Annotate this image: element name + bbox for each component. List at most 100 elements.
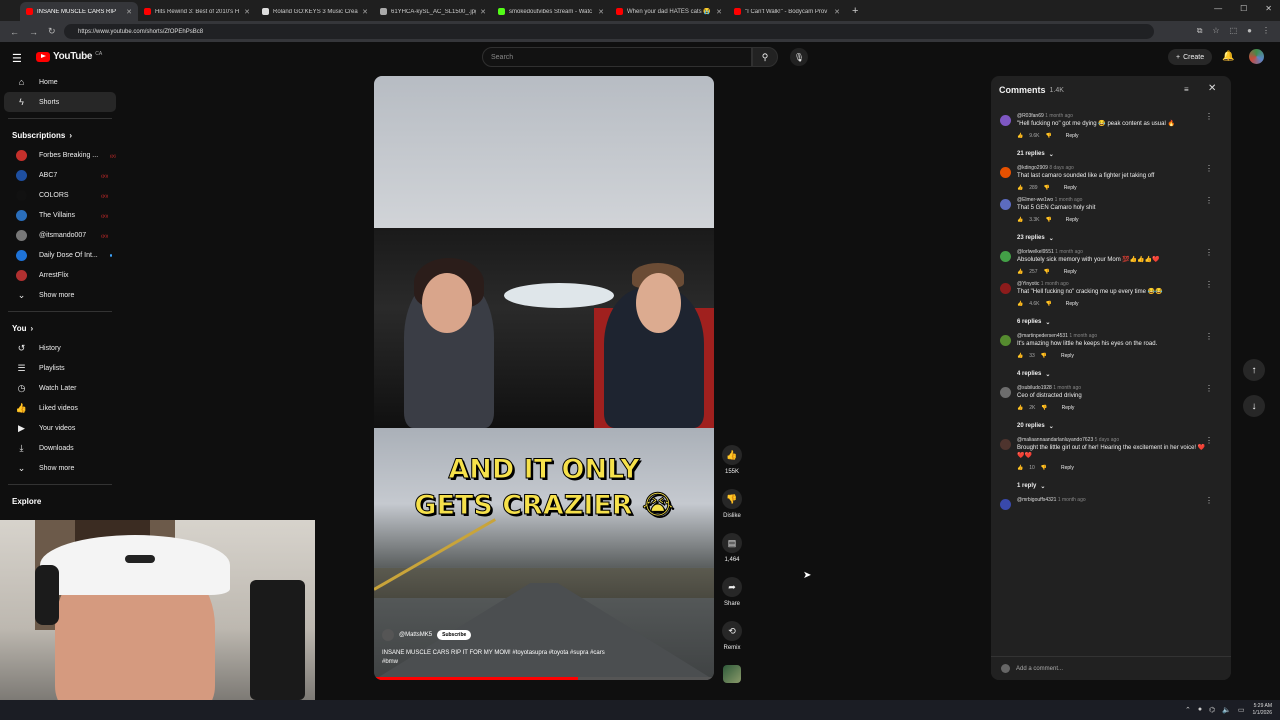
comment-reply-button[interactable]: Reply bbox=[1062, 405, 1075, 411]
subscription-item[interactable]: ArrestFlix bbox=[4, 265, 116, 285]
comment-author[interactable]: @kdingo2909 8 days ago bbox=[1017, 164, 1231, 172]
next-short-button[interactable]: ↓ bbox=[1243, 395, 1265, 417]
commenter-avatar[interactable] bbox=[1000, 283, 1011, 294]
comment-like-icon[interactable]: 👍 bbox=[1017, 133, 1023, 139]
hamburger-menu-icon[interactable]: ☰ bbox=[12, 52, 22, 65]
comment-menu-icon[interactable]: ⋮ bbox=[1205, 332, 1213, 341]
sort-comments-icon[interactable]: ≡ bbox=[1184, 85, 1189, 94]
view-replies-button[interactable]: 21 replies ⌄ bbox=[991, 144, 1231, 164]
sidebar-item-your-videos[interactable]: ▶ Your videos bbox=[4, 418, 116, 438]
comment-dislike-icon[interactable]: 👎 bbox=[1041, 465, 1047, 471]
comment-author[interactable]: @subiludo1928 1 month ago bbox=[1017, 384, 1231, 392]
notifications-bell-icon[interactable]: 🔔 bbox=[1222, 51, 1234, 62]
comment-menu-icon[interactable]: ⋮ bbox=[1205, 384, 1213, 393]
comment-menu-icon[interactable]: ⋮ bbox=[1205, 280, 1213, 289]
browser-tab[interactable]: 61YHCA-kySL_AC_SL1500_.jpg ✕ bbox=[374, 2, 492, 21]
show-more-subscriptions[interactable]: ⌄ Show more bbox=[4, 285, 116, 305]
tray-app-icon[interactable]: ● bbox=[1198, 706, 1202, 714]
view-replies-button[interactable]: 1 reply ⌄ bbox=[991, 476, 1231, 496]
comment-reply-button[interactable]: Reply bbox=[1064, 269, 1077, 275]
subscription-item[interactable]: Daily Dose Of Int... bbox=[4, 245, 116, 265]
clock[interactable]: 5:29 AM 1/1/2026 bbox=[1253, 703, 1272, 717]
tab-close-icon[interactable]: ✕ bbox=[244, 8, 250, 16]
create-button[interactable]: + Create bbox=[1168, 49, 1213, 65]
short-video-player[interactable]: AND IT ONLY GETS CRAZIER 😭 @MattsMK5 Sub… bbox=[374, 76, 714, 680]
comment-username[interactable]: @mrbigouffs4321 bbox=[1017, 497, 1056, 503]
comment-username[interactable]: @subiludo1928 bbox=[1017, 385, 1052, 391]
maximize-icon[interactable]: ☐ bbox=[1240, 4, 1247, 13]
comment-menu-icon[interactable]: ⋮ bbox=[1205, 248, 1213, 257]
sidebar-item-downloads[interactable]: ⤓ Downloads bbox=[4, 438, 116, 458]
channel-avatar[interactable] bbox=[382, 629, 394, 641]
sound-thumbnail[interactable] bbox=[723, 665, 741, 683]
volume-icon[interactable]: 🔈 bbox=[1222, 706, 1231, 714]
search-input[interactable]: Search bbox=[482, 47, 752, 67]
minimize-icon[interactable]: — bbox=[1214, 4, 1222, 13]
comment-menu-icon[interactable]: ⋮ bbox=[1205, 436, 1213, 445]
thumbs-down-icon[interactable]: 👎 bbox=[722, 489, 742, 509]
comment-reply-button[interactable]: Reply bbox=[1061, 353, 1074, 359]
remix-icon[interactable]: ⟲ bbox=[722, 621, 742, 641]
subscribe-button[interactable]: Subscribe bbox=[437, 630, 472, 640]
network-icon[interactable]: ⌬ bbox=[1209, 706, 1215, 714]
browser-tab[interactable]: When your dad HATES cats 😭 (✕ bbox=[610, 2, 728, 21]
subscription-item[interactable]: @itsmando007 ((•)) bbox=[4, 225, 116, 245]
search-button[interactable]: ⚲ bbox=[752, 47, 778, 67]
commenter-avatar[interactable] bbox=[1000, 199, 1011, 210]
battery-icon[interactable]: ▭ bbox=[1238, 706, 1245, 714]
back-icon[interactable]: ← bbox=[10, 27, 19, 37]
extensions-icon[interactable]: ⬚ bbox=[1230, 26, 1238, 36]
forward-icon[interactable]: → bbox=[29, 27, 38, 37]
comment-dislike-icon[interactable]: 👎 bbox=[1041, 353, 1047, 359]
short-title[interactable]: INSANE MUSCLE CARS RIP IT FOR MY MOM! #t… bbox=[382, 649, 622, 667]
dislike-action[interactable]: 👎 Dislike bbox=[722, 489, 742, 519]
view-replies-button[interactable]: 4 replies ⌄ bbox=[991, 364, 1231, 384]
comment-username[interactable]: @R03fan69 bbox=[1017, 113, 1044, 119]
sidebar-item-shorts[interactable]: ϟ Shorts bbox=[4, 92, 116, 112]
browser-tab[interactable]: Roland GO:KEYS 3 Music Creati ✕ bbox=[256, 2, 374, 21]
view-replies-button[interactable]: 6 replies ⌄ bbox=[991, 312, 1231, 332]
subscription-item[interactable]: The Villains ((•)) bbox=[4, 205, 116, 225]
account-avatar[interactable] bbox=[1249, 49, 1264, 64]
comment-menu-icon[interactable]: ⋮ bbox=[1205, 496, 1213, 505]
sidebar-item-history[interactable]: ↺ History bbox=[4, 338, 116, 358]
commenter-avatar[interactable] bbox=[1000, 499, 1011, 510]
remix-action[interactable]: ⟲ Remix bbox=[722, 621, 742, 651]
commenter-avatar[interactable] bbox=[1000, 167, 1011, 178]
tab-close-icon[interactable]: ✕ bbox=[598, 8, 604, 16]
sidebar-item-home[interactable]: ⌂ Home bbox=[4, 72, 116, 92]
tray-chevron-icon[interactable]: ⌃ bbox=[1185, 706, 1191, 714]
previous-short-button[interactable]: ↑ bbox=[1243, 359, 1265, 381]
comment-username[interactable]: @martinpedersen4531 bbox=[1017, 333, 1068, 339]
subscription-item[interactable]: ABC7 ((•)) bbox=[4, 165, 116, 185]
bookmark-star-icon[interactable]: ☆ bbox=[1212, 26, 1219, 36]
comment-author[interactable]: @martinpedersen4531 1 month ago bbox=[1017, 332, 1231, 340]
comment-dislike-icon[interactable]: 👎 bbox=[1041, 405, 1047, 411]
browser-tab[interactable]: INSANE MUSCLE CARS RIP ✕ bbox=[20, 2, 138, 21]
comment-like-icon[interactable]: 👍 bbox=[1017, 217, 1023, 223]
add-comment-input[interactable]: Add a comment... bbox=[1016, 666, 1063, 672]
comment-like-icon[interactable]: 👍 bbox=[1017, 353, 1023, 359]
thumbs-up-icon[interactable]: 👍 bbox=[722, 445, 742, 465]
sidebar-item-liked-videos[interactable]: 👍 Liked videos bbox=[4, 398, 116, 418]
tab-close-icon[interactable]: ✕ bbox=[480, 8, 486, 16]
comment-username[interactable]: @Yinyotic bbox=[1017, 281, 1039, 287]
subscription-item[interactable]: Forbes Breaking ... ((•)) bbox=[4, 145, 116, 165]
comment-username[interactable]: @kdingo2909 bbox=[1017, 165, 1048, 171]
url-field[interactable]: https://www.youtube.com/shorts/ZfOPEhPsB… bbox=[64, 24, 1154, 39]
new-tab-button[interactable]: + bbox=[852, 5, 858, 17]
comments-action[interactable]: ▤ 1,464 bbox=[722, 533, 742, 563]
browser-tab[interactable]: "I Can't Walk!" - Bodycam Prov ✕ bbox=[728, 2, 846, 21]
profile-icon[interactable]: ● bbox=[1247, 26, 1252, 36]
add-comment-bar[interactable]: Add a comment... bbox=[991, 656, 1231, 680]
comment-username[interactable]: @lorlwelkel9551 bbox=[1017, 249, 1054, 255]
comment-menu-icon[interactable]: ⋮ bbox=[1205, 196, 1213, 205]
subscriptions-heading[interactable]: Subscriptions › bbox=[0, 125, 120, 145]
comment-like-icon[interactable]: 👍 bbox=[1017, 301, 1023, 307]
comment-like-icon[interactable]: 👍 bbox=[1017, 405, 1023, 411]
commenter-avatar[interactable] bbox=[1000, 335, 1011, 346]
comment-dislike-icon[interactable]: 👎 bbox=[1046, 217, 1052, 223]
comment-dislike-icon[interactable]: 👎 bbox=[1044, 185, 1050, 191]
video-progress-bar[interactable] bbox=[374, 677, 714, 680]
show-more-you[interactable]: ⌄ Show more bbox=[4, 458, 116, 478]
